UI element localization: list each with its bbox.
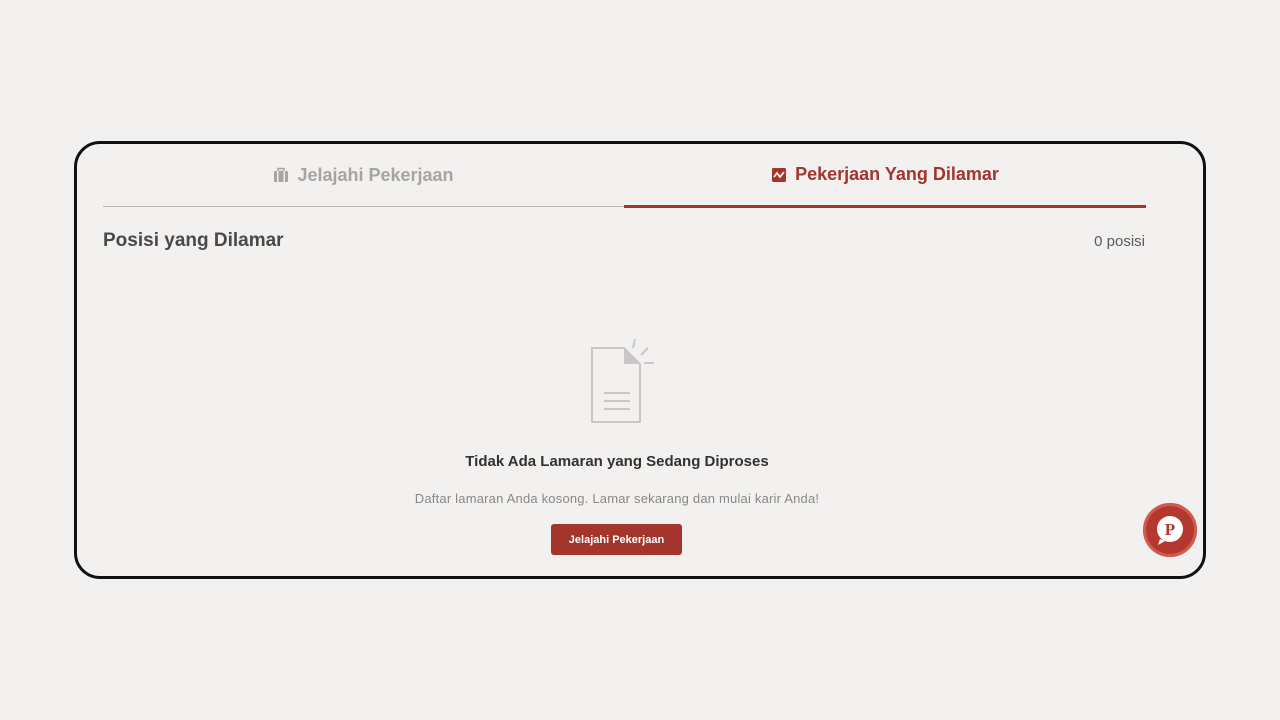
empty-state-title: Tidak Ada Lamaran yang Sedang Diproses: [465, 453, 769, 470]
browse-jobs-button[interactable]: Jelajahi Pekerjaan: [551, 524, 682, 555]
tab-applied-jobs[interactable]: Pekerjaan Yang Dilamar: [624, 144, 1146, 208]
tab-browse-jobs[interactable]: Jelajahi Pekerjaan: [103, 144, 624, 207]
chat-p-icon: P: [1157, 516, 1183, 545]
tab-applied-jobs-label: Pekerjaan Yang Dilamar: [795, 164, 999, 184]
empty-document-icon: [587, 336, 659, 426]
empty-state-description: Daftar lamaran Anda kosong. Lamar sekara…: [414, 491, 820, 506]
activity-chart-icon: [771, 167, 787, 183]
tab-bar: Jelajahi Pekerjaan Pekerjaan Yang Dilama…: [103, 144, 1146, 208]
applied-jobs-panel: Jelajahi Pekerjaan Pekerjaan Yang Dilama…: [74, 141, 1206, 579]
briefcase-icon: [273, 167, 289, 183]
section-title: Posisi yang Dilamar: [103, 230, 284, 251]
svg-text:P: P: [1165, 520, 1175, 539]
chat-button[interactable]: P: [1143, 503, 1197, 557]
position-count: 0 posisi: [1094, 233, 1145, 250]
tab-browse-jobs-label: Jelajahi Pekerjaan: [297, 164, 454, 185]
